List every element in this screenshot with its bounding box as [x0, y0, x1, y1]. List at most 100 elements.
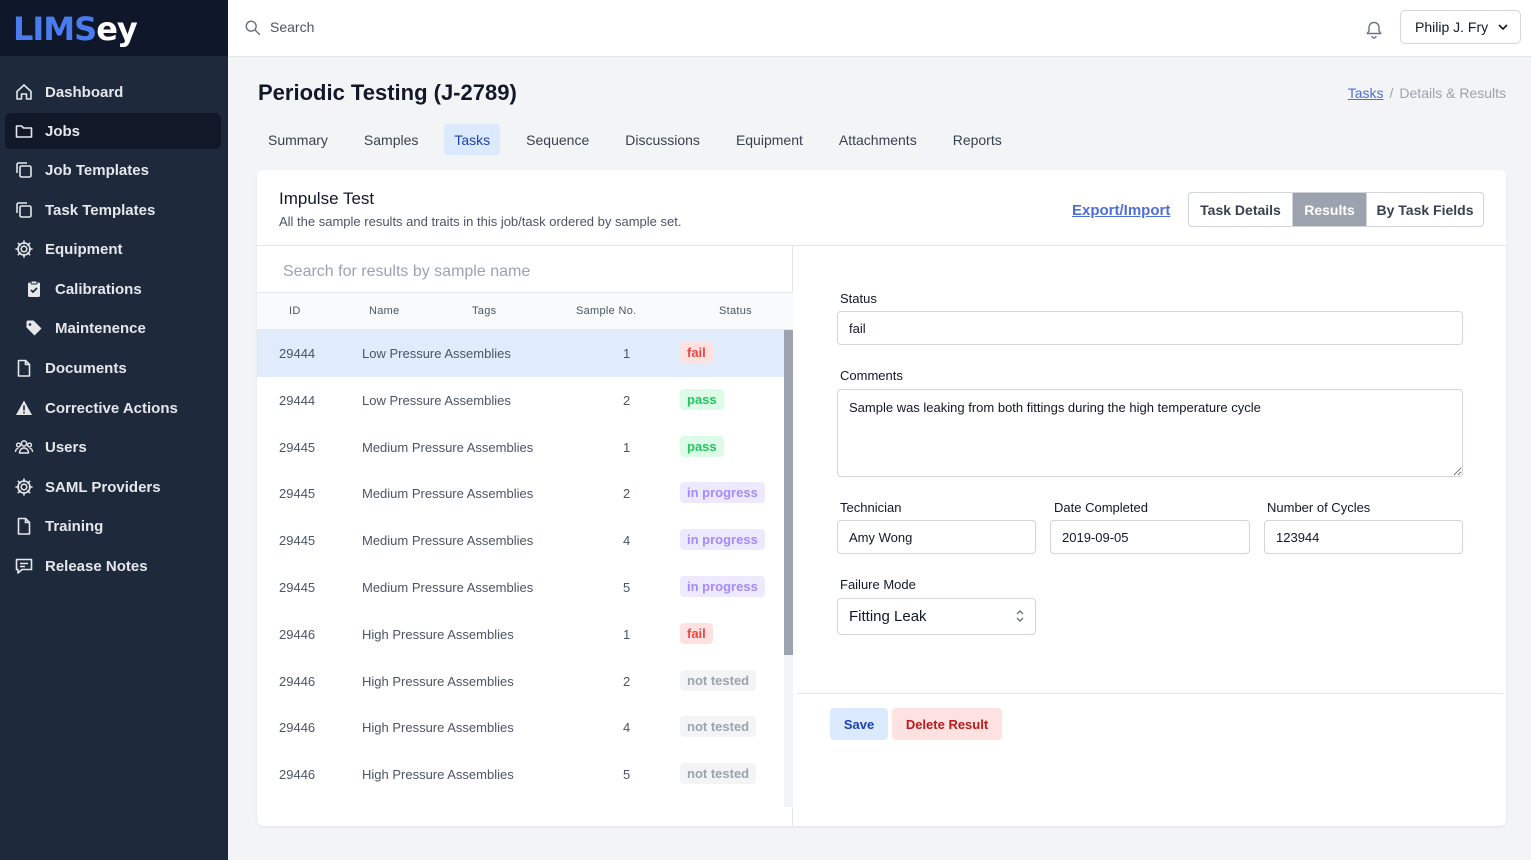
user-name: Philip J. Fry: [1415, 19, 1488, 35]
topbar: Philip J. Fry: [228, 0, 1531, 57]
sidebar-item-label: Users: [45, 439, 87, 456]
row-name: High Pressure Assemblies: [362, 674, 514, 689]
tab-equipment[interactable]: Equipment: [726, 124, 813, 155]
row-name: Low Pressure Assemblies: [362, 346, 511, 361]
sidebar-item-release-notes[interactable]: Release Notes: [5, 548, 221, 584]
status-badge: in progress: [680, 482, 765, 503]
sidebar-item-label: Task Templates: [45, 202, 155, 219]
table-row[interactable]: 29446High Pressure Assemblies1fail: [257, 611, 784, 658]
view-task-details-button[interactable]: Task Details: [1189, 193, 1293, 226]
export-import-link[interactable]: Export/Import: [1072, 202, 1170, 219]
status-badge: pass: [680, 436, 724, 457]
view-toggle: Task DetailsResultsBy Task Fields: [1188, 192, 1484, 227]
sidebar-item-maintenence[interactable]: Maintenence: [5, 310, 221, 346]
row-name: Medium Pressure Assemblies: [362, 440, 533, 455]
tab-attachments[interactable]: Attachments: [829, 124, 927, 155]
sidebar-item-label: Equipment: [45, 241, 123, 258]
sidebar-item-saml-providers[interactable]: SAML Providers: [5, 469, 221, 505]
tab-tasks[interactable]: Tasks: [444, 124, 500, 155]
bell-icon[interactable]: [1364, 20, 1384, 40]
clipboard-check-icon: [23, 278, 45, 300]
table-row[interactable]: 29444Low Pressure Assemblies1fail: [257, 330, 784, 377]
breadcrumb-separator: /: [1390, 85, 1394, 101]
status-badge: not tested: [680, 716, 756, 737]
table-row[interactable]: 29445Medium Pressure Assemblies5in progr…: [257, 564, 784, 611]
table-row[interactable]: 29446High Pressure Assemblies4not tested: [257, 704, 784, 751]
tab-sequence[interactable]: Sequence: [516, 124, 599, 155]
users-icon: [13, 436, 35, 458]
sidebar-item-job-templates[interactable]: Job Templates: [5, 152, 221, 188]
breadcrumb-link-tasks[interactable]: Tasks: [1348, 85, 1384, 101]
logo[interactable]: LIMSey: [13, 10, 228, 48]
table-row[interactable]: 29445Medium Pressure Assemblies1pass: [257, 424, 784, 471]
row-name: Medium Pressure Assemblies: [362, 533, 533, 548]
scrollbar-thumb[interactable]: [784, 330, 793, 655]
row-name: Low Pressure Assemblies: [362, 393, 511, 408]
breadcrumb: Tasks / Details & Results: [1348, 85, 1506, 101]
results-table-header: ID Name Tags Sample No. Status: [257, 292, 793, 330]
sidebar-item-dashboard[interactable]: Dashboard: [5, 74, 221, 110]
status-label: Status: [840, 291, 877, 306]
sidebar-item-label: Corrective Actions: [45, 400, 178, 417]
folder-icon: [13, 120, 35, 142]
failure-mode-value: Fitting Leak: [849, 608, 927, 625]
results-list-pane: ID Name Tags Sample No. Status 29444Low …: [257, 246, 793, 826]
tab-discussions[interactable]: Discussions: [615, 124, 710, 155]
delete-result-button[interactable]: Delete Result: [892, 708, 1002, 740]
search-input[interactable]: [270, 16, 670, 38]
table-row[interactable]: 29444Low Pressure Assemblies2pass: [257, 377, 784, 424]
table-row[interactable]: 29446High Pressure Assemblies2not tested: [257, 658, 784, 705]
row-sample-no: 5: [623, 580, 630, 595]
job-tabs: Summary Samples Tasks Sequence Discussions Eq…: [258, 124, 1028, 155]
view-results-button[interactable]: Results: [1293, 193, 1367, 226]
date-completed-field[interactable]: [1050, 520, 1250, 554]
tab-samples[interactable]: Samples: [354, 124, 428, 155]
row-sample-no: 5: [623, 767, 630, 782]
status-field[interactable]: [837, 311, 1463, 345]
sidebar-item-corrective-actions[interactable]: Corrective Actions: [5, 390, 221, 426]
row-sample-no: 2: [623, 393, 630, 408]
sidebar-item-label: Calibrations: [55, 281, 142, 298]
sidebar-item-task-templates[interactable]: Task Templates: [5, 192, 221, 228]
sidebar-item-label: Training: [45, 518, 103, 535]
row-id: 29445: [279, 533, 315, 548]
tab-summary[interactable]: Summary: [258, 124, 338, 155]
table-row[interactable]: 29446High Pressure Assemblies5not tested: [257, 751, 784, 798]
column-header-id[interactable]: ID: [289, 305, 301, 317]
task-card: Impulse Test All the sample results and …: [257, 170, 1506, 826]
row-id: 29445: [279, 440, 315, 455]
status-badge: fail: [680, 342, 713, 363]
table-row[interactable]: 29445 Medium Pressure Assemblies 4 in progr…: [257, 517, 784, 564]
user-menu-button[interactable]: Philip J. Fry: [1400, 10, 1521, 44]
failure-mode-label: Failure Mode: [840, 577, 916, 592]
column-header-sample-no[interactable]: Sample No.: [576, 305, 636, 317]
card-subtitle: All the sample results and traits in thi…: [279, 214, 681, 229]
number-of-cycles-field[interactable]: [1264, 520, 1463, 554]
sidebar-item-documents[interactable]: Documents: [5, 350, 221, 386]
row-sample-no: 4: [623, 533, 630, 548]
row-sample-no: 1: [623, 627, 630, 642]
technician-field[interactable]: [837, 520, 1036, 554]
page-title: Periodic Testing (J-2789): [258, 80, 517, 106]
sidebar-item-calibrations[interactable]: Calibrations: [5, 271, 221, 307]
column-header-name[interactable]: Name: [369, 305, 400, 317]
row-id: 29445: [279, 486, 315, 501]
table-row[interactable]: 29445Medium Pressure Assemblies2in progr…: [257, 470, 784, 517]
failure-mode-select[interactable]: Fitting Leak: [837, 598, 1036, 635]
tab-reports[interactable]: Reports: [943, 124, 1012, 155]
results-search-input[interactable]: [283, 260, 763, 284]
column-header-tags[interactable]: Tags: [472, 305, 496, 317]
save-button[interactable]: Save: [830, 708, 888, 740]
copy-icon: [13, 159, 35, 181]
sidebar-item-training[interactable]: Training: [5, 508, 221, 544]
view-by-task-fields-button[interactable]: By Task Fields: [1367, 193, 1483, 226]
tag-icon: [23, 317, 45, 339]
sidebar-item-jobs[interactable]: Jobs: [5, 113, 221, 149]
status-badge: not tested: [680, 763, 756, 784]
comments-field[interactable]: Sample was leaking from both fittings du…: [837, 389, 1463, 477]
column-header-status[interactable]: Status: [719, 305, 752, 317]
select-arrows-icon: [1015, 608, 1025, 624]
sidebar-item-equipment[interactable]: Equipment: [5, 231, 221, 267]
sidebar-item-users[interactable]: Users: [5, 429, 221, 465]
status-badge: in progress: [680, 529, 765, 550]
